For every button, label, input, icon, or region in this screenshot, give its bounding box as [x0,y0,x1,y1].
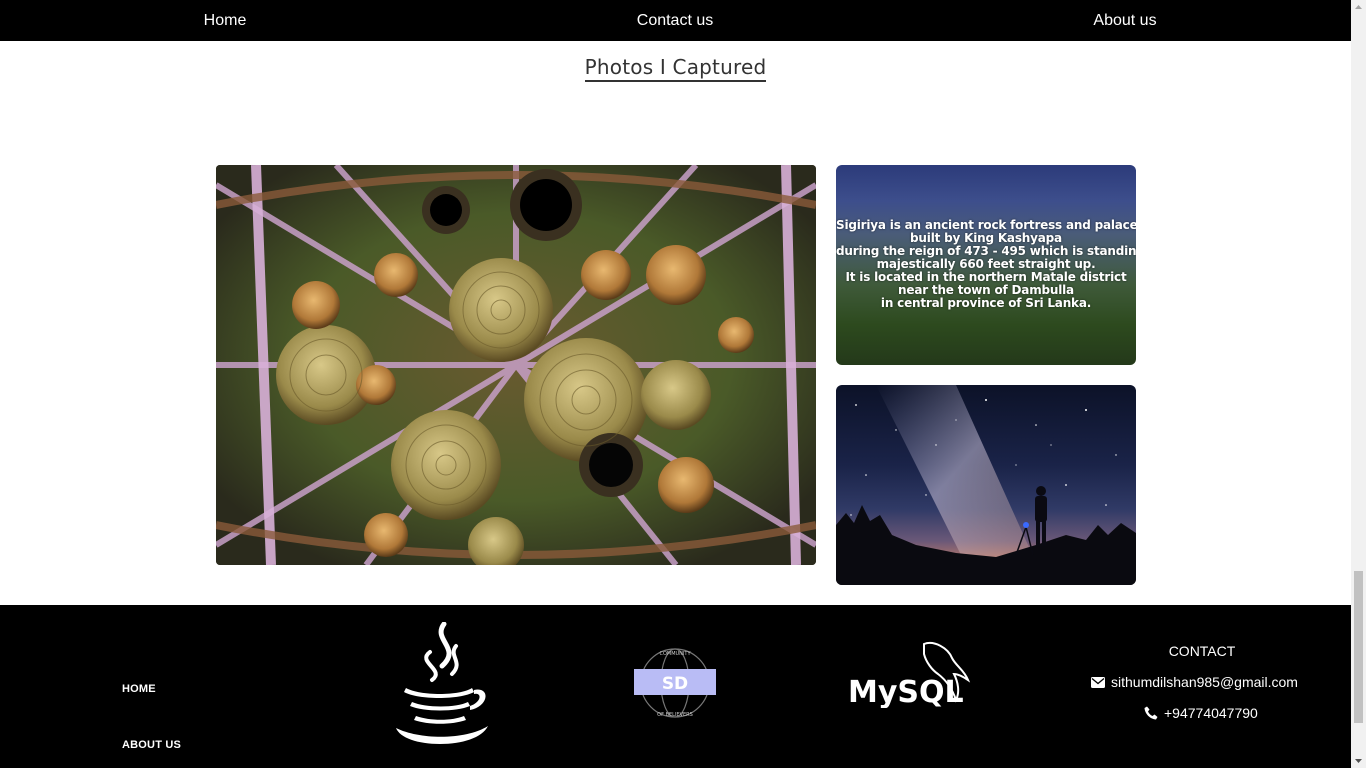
contact-title: CONTACT [1168,643,1236,659]
scroll-down-arrow-icon[interactable] [1351,753,1366,768]
nav-about-link[interactable]: About us [1093,0,1156,41]
contact-phone[interactable]: +94774047790 [1144,705,1258,721]
sigiriya-description: Sigiriya is an ancient rock fortress and… [836,219,1136,310]
footer-about-link[interactable]: ABOUT US [122,739,181,751]
mysql-logo-icon: MySQL [848,640,972,710]
sigiriya-line: in central province of Sri Lanka. [880,296,1092,310]
sd-letters: SD [662,674,688,694]
phone-icon [1144,706,1158,720]
page-scrollbar[interactable] [1351,0,1366,768]
scrollbar-thumb[interactable] [1354,571,1363,723]
envelope-icon [1091,676,1105,688]
scroll-up-arrow-icon[interactable] [1351,0,1366,15]
milky-way-illustration [836,385,1136,585]
site-footer: HOME ABOUT US SD COMMUNITY OF BELIEVERS … [0,605,1351,768]
photo-sigiriya-card: Sigiriya is an ancient rock fortress and… [836,165,1136,365]
nav-contact-link[interactable]: Contact us [637,0,713,41]
contact-email-text: sithumdilshan985@gmail.com [1111,674,1298,690]
top-navbar: Home Contact us About us [0,0,1351,41]
footer-home-link[interactable]: HOME [122,683,156,695]
sd-community-logo-icon: SD COMMUNITY OF BELIEVERS [632,647,718,719]
mysql-wordmark: MySQL [848,675,964,708]
sd-community-top: COMMUNITY [659,651,691,657]
java-logo-icon [390,621,492,744]
photo-basket-lamps [216,165,816,565]
nav-home-link[interactable]: Home [204,0,247,41]
contact-email[interactable]: sithumdilshan985@gmail.com [1091,674,1298,690]
section-title: Photos I Captured [584,55,767,82]
section-heading-wrap: Photos I Captured [0,55,1351,82]
basket-lamps-illustration [216,165,816,565]
sd-community-bottom: OF BELIEVERS [657,712,693,718]
photo-milky-way [836,385,1136,585]
contact-phone-text: +94774047790 [1164,705,1258,721]
